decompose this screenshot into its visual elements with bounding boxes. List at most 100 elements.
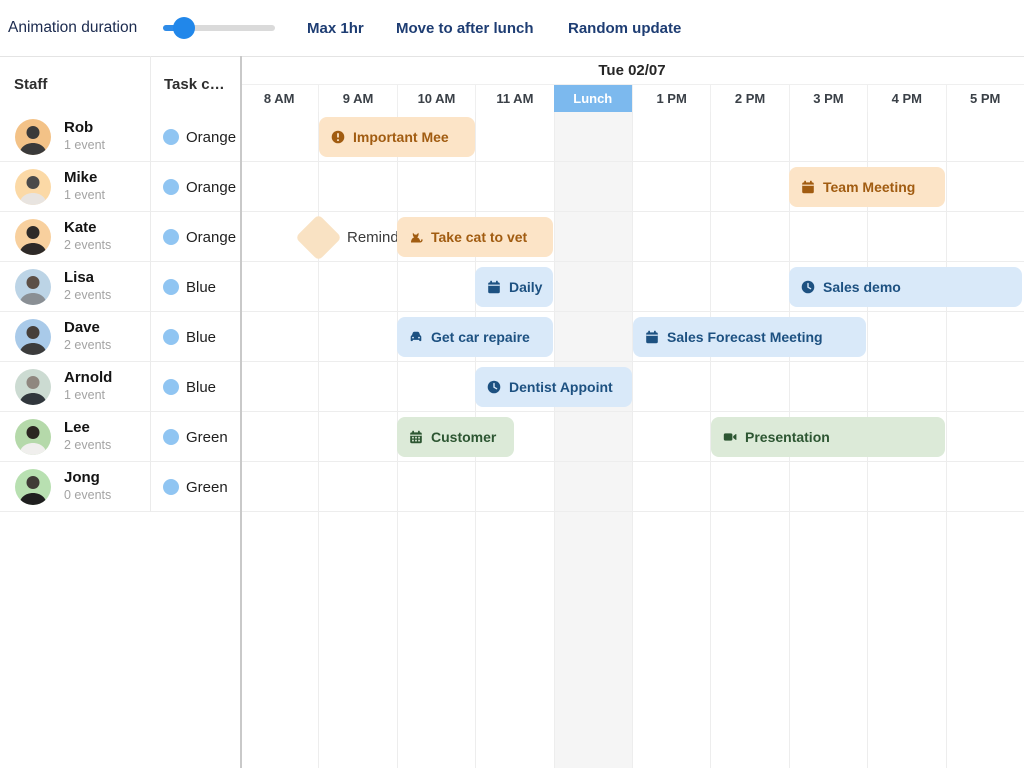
task-color-label: Blue (186, 262, 216, 312)
animation-duration-slider[interactable] (163, 17, 275, 39)
event-get-car-repaired[interactable]: Get car repaire (397, 317, 553, 357)
animation-duration-label: Animation duration (8, 0, 137, 56)
task-color-cell[interactable]: Orange (150, 162, 240, 212)
exclamation-circle-icon (331, 130, 345, 144)
staff-cell[interactable]: Jong0 events (0, 462, 150, 512)
staff-cell[interactable]: Arnold1 event (0, 362, 150, 412)
task-color-label: Orange (186, 112, 236, 162)
staff-cell[interactable]: Kate2 events (0, 212, 150, 262)
toolbar: Animation duration Max 1hr Move to after… (0, 0, 1024, 56)
reminder-milestone[interactable] (295, 214, 342, 261)
time-axis: 8 AM 9 AM 10 AM 11 AM Lunch 1 PM 2 PM 3 … (240, 85, 1024, 112)
time-cell-11am: 11 AM (475, 85, 553, 112)
time-cell-8am: 8 AM (240, 85, 318, 112)
avatar (15, 119, 51, 155)
staff-event-count: 2 events (64, 237, 111, 254)
task-color-dot (163, 129, 179, 145)
car-icon (409, 330, 423, 344)
event-title: Important Mee (353, 129, 449, 145)
staff-name: Jong (64, 468, 111, 487)
task-color-label: Green (186, 412, 228, 462)
staff-event-count: 1 event (64, 137, 105, 154)
staff-name: Kate (64, 218, 111, 237)
event-title: Sales demo (823, 279, 901, 295)
event-important-meeting[interactable]: Important Mee (319, 117, 475, 157)
task-color-dot (163, 479, 179, 495)
staff-cell[interactable]: Mike1 event (0, 162, 150, 212)
event-daily[interactable]: Daily (475, 267, 553, 307)
staff-cell[interactable]: Lisa2 events (0, 262, 150, 312)
time-cell-lunch: Lunch (554, 85, 632, 112)
video-camera-icon (723, 430, 737, 444)
task-color-cell[interactable]: Blue (150, 362, 240, 412)
time-cell-4pm: 4 PM (867, 85, 945, 112)
event-dentist-appointment[interactable]: Dentist Appoint (475, 367, 632, 407)
task-color-cell[interactable]: Green (150, 462, 240, 512)
task-color-cell[interactable]: Orange (150, 212, 240, 262)
cat-icon (409, 230, 423, 244)
staff-name: Lee (64, 418, 111, 437)
calendar-days-icon (409, 430, 423, 444)
staff-cell[interactable]: Lee2 events (0, 412, 150, 462)
staff-event-count: 1 event (64, 187, 105, 204)
random-update-button[interactable]: Random update (568, 0, 681, 56)
task-color-cell[interactable]: Blue (150, 312, 240, 362)
slider-handle[interactable] (173, 17, 195, 39)
time-cell-5pm: 5 PM (946, 85, 1024, 112)
time-cell-10am: 10 AM (397, 85, 475, 112)
avatar (15, 219, 51, 255)
calendar-icon (645, 330, 659, 344)
event-take-cat-to-vet[interactable]: Take cat to vet (397, 217, 553, 257)
time-cell-1pm: 1 PM (632, 85, 710, 112)
task-color-dot (163, 279, 179, 295)
staff-name: Arnold (64, 368, 112, 387)
task-color-label: Green (186, 462, 228, 512)
task-color-cell[interactable]: Green (150, 412, 240, 462)
staff-row-arnold: Arnold1 event Blue (0, 362, 240, 412)
event-title: Daily (509, 279, 542, 295)
task-color-label: Blue (186, 312, 216, 362)
event-sales-demo[interactable]: Sales demo (789, 267, 1022, 307)
task-color-label: Orange (186, 162, 236, 212)
staff-event-count: 2 events (64, 287, 111, 304)
avatar (15, 269, 51, 305)
staff-event-count: 2 events (64, 337, 111, 354)
staff-row-kate: Kate2 events Orange (0, 212, 240, 262)
scheduler-app: Animation duration Max 1hr Move to after… (0, 0, 1024, 768)
event-team-meeting[interactable]: Team Meeting (789, 167, 945, 207)
task-color-dot (163, 379, 179, 395)
event-sales-forecast-meeting[interactable]: Sales Forecast Meeting (633, 317, 866, 357)
staff-name: Dave (64, 318, 111, 337)
staff-name: Mike (64, 168, 105, 187)
event-title: Take cat to vet (431, 229, 527, 245)
staff-column-header[interactable]: Staff (0, 56, 150, 112)
staff-event-count: 1 event (64, 387, 112, 404)
staff-cell[interactable]: Rob1 event (0, 112, 150, 162)
staff-event-count: 2 events (64, 437, 111, 454)
clock-icon (801, 280, 815, 294)
grid-splitter[interactable] (240, 56, 242, 768)
event-title: Sales Forecast Meeting (667, 329, 823, 345)
date-header: Tue 02/07 (240, 56, 1024, 84)
event-title: Team Meeting (823, 179, 915, 195)
event-title: Presentation (745, 429, 830, 445)
task-color-column-header[interactable]: Task c… (150, 56, 240, 112)
staff-row-lisa: Lisa2 events Blue (0, 262, 240, 312)
task-color-dot (163, 229, 179, 245)
time-cell-2pm: 2 PM (710, 85, 788, 112)
staff-row-jong: Jong0 events Green (0, 462, 240, 512)
task-color-cell[interactable]: Orange (150, 112, 240, 162)
staff-row-dave: Dave2 events Blue (0, 312, 240, 362)
staff-name: Rob (64, 118, 105, 137)
task-color-dot (163, 179, 179, 195)
event-presentation[interactable]: Presentation (711, 417, 945, 457)
max-1hr-button[interactable]: Max 1hr (307, 0, 364, 56)
staff-cell[interactable]: Dave2 events (0, 312, 150, 362)
time-cell-9am: 9 AM (318, 85, 396, 112)
avatar (15, 369, 51, 405)
avatar (15, 169, 51, 205)
calendar-icon (801, 180, 815, 194)
event-customer[interactable]: Customer (397, 417, 514, 457)
move-to-after-lunch-button[interactable]: Move to after lunch (396, 0, 534, 56)
task-color-cell[interactable]: Blue (150, 262, 240, 312)
